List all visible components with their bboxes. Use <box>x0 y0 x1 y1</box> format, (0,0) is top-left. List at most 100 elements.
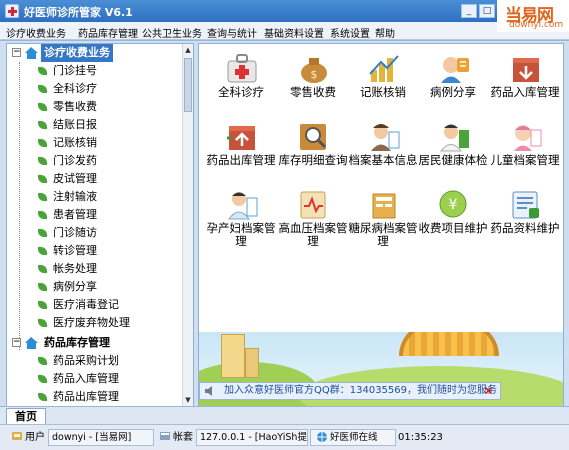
menu-item-drug-stock[interactable]: 药品库存管理 <box>78 25 138 40</box>
maximize-button[interactable]: □ <box>479 4 495 18</box>
tree-item-stock-in[interactable]: 药品入库管理 <box>35 370 179 388</box>
module-label: 孕产妇档案管理 <box>206 221 276 248</box>
user-icon <box>12 432 22 440</box>
watermark-logo: 当易网 downyi.com <box>497 0 569 32</box>
status-server: 127.0.0.1 - [HaoYiSh提示 <box>196 429 308 446</box>
tree-group-drug-stock[interactable]: − 药品库存管理 <box>9 334 179 352</box>
leaf-icon <box>38 175 47 183</box>
watermark-sub: downyi.com <box>509 20 564 30</box>
tree-group-clinic[interactable]: − 诊疗收费业务 <box>9 44 179 62</box>
module-inventory-search[interactable]: 库存明细查询 <box>277 116 349 186</box>
inventory-search-icon <box>297 120 331 152</box>
module-medicine-out[interactable]: 药品出库管理 <box>205 116 277 186</box>
leaf-icon <box>38 375 47 383</box>
medicine-in-icon <box>509 52 543 84</box>
menu-item-query-stats[interactable]: 查询与统计 <box>207 25 257 40</box>
leaf-icon <box>38 301 47 309</box>
tree-item-medical-waste[interactable]: 医疗废弃物处理 <box>35 314 179 332</box>
health-check-icon <box>437 120 471 152</box>
window-controls: _ □ <box>461 4 495 18</box>
tree-item-registration[interactable]: 门诊挂号 <box>35 62 179 80</box>
module-label: 糖尿病档案管理 <box>348 221 418 248</box>
account-icon <box>160 432 170 440</box>
menu-item-public-health[interactable]: 公共卫生业务 <box>142 25 202 40</box>
module-health-check[interactable]: 居民健康体检 <box>417 116 489 186</box>
scroll-down-icon[interactable]: ▼ <box>183 394 193 406</box>
svg-text:$: $ <box>311 68 318 81</box>
collapse-icon[interactable]: − <box>12 338 21 347</box>
leaf-icon <box>38 139 47 147</box>
status-online-label: 好医师在线 <box>330 432 378 443</box>
tree-item-disinfection[interactable]: 医疗消毒登记 <box>35 296 179 314</box>
status-account-label: 帐套 <box>173 432 193 443</box>
banner-building <box>221 334 245 378</box>
tree-group-label: 诊疗收费业务 <box>41 44 113 62</box>
tree-item-credit-writeoff[interactable]: 记账核销 <box>35 134 179 152</box>
sidebar-scrollbar[interactable]: ▲ ▼ <box>182 44 193 406</box>
child-record-icon <box>509 120 543 152</box>
menu-item-help[interactable]: 帮助 <box>375 25 395 40</box>
module-coins-chart[interactable]: 记账核销 <box>347 48 419 118</box>
module-drug-info[interactable]: 药品资料维护 <box>489 184 561 254</box>
house-icon <box>25 47 38 59</box>
doctor-share-icon <box>437 52 471 84</box>
status-online[interactable]: 好医师在线 <box>310 429 396 446</box>
tree-item-general-diagnosis[interactable]: 全科诊疗 <box>35 80 179 98</box>
medical-kit-icon <box>225 52 259 84</box>
module-maternal-record[interactable]: 孕产妇档案管理 <box>205 184 277 254</box>
module-doctor-share[interactable]: 病例分享 <box>417 48 489 118</box>
tree-item-referral[interactable]: 转诊管理 <box>35 242 179 260</box>
tree-item-accounts[interactable]: 帐务处理 <box>35 260 179 278</box>
module-label: 全科诊疗 <box>218 85 264 99</box>
tree-item-patients[interactable]: 患者管理 <box>35 206 179 224</box>
scroll-thumb[interactable] <box>184 58 192 112</box>
module-money-bag[interactable]: $ 零售收费 <box>277 48 349 118</box>
minimize-button[interactable]: _ <box>461 4 477 18</box>
module-hypertension-record[interactable]: 高血压档案管理 <box>277 184 349 254</box>
module-label: 高血压档案管理 <box>278 221 348 248</box>
module-diabetes-record[interactable]: 糖尿病档案管理 <box>347 184 419 254</box>
archive-info-icon <box>367 120 401 152</box>
leaf-icon <box>38 193 47 201</box>
speaker-icon <box>205 386 212 396</box>
collapse-icon[interactable]: − <box>12 48 21 57</box>
tree-item-purchase-plan[interactable]: 药品采购计划 <box>35 352 179 370</box>
module-archive-info[interactable]: 档案基本信息 <box>347 116 419 186</box>
tree-item-retail-charge[interactable]: 零售收费 <box>35 98 179 116</box>
notice-text: 加入众意好医师官方QQ群：134035569，我们随时为您服务 <box>224 385 498 396</box>
scroll-up-icon[interactable]: ▲ <box>183 44 193 56</box>
tab-home[interactable]: 首页 <box>6 408 46 425</box>
tree-item-daily-settlement[interactable]: 结账日报 <box>35 116 179 134</box>
content-area: − 诊疗收费业务 门诊挂号 全科诊疗 零售收费 结账日报 记账核销 门诊发药 皮… <box>0 40 569 407</box>
leaf-icon <box>38 247 47 255</box>
leaf-icon <box>38 357 47 365</box>
module-fee-item[interactable]: ¥ 收费项目维护 <box>417 184 489 254</box>
medicine-out-icon <box>225 120 259 152</box>
fee-item-icon: ¥ <box>437 188 471 220</box>
module-medicine-in[interactable]: 药品入库管理 <box>489 48 561 118</box>
module-label: 儿童档案管理 <box>490 153 560 167</box>
module-child-record[interactable]: 儿童档案管理 <box>489 116 561 186</box>
leaf-icon <box>38 319 47 327</box>
house-icon <box>25 337 38 349</box>
tree-item-dispensing[interactable]: 门诊发药 <box>35 152 179 170</box>
tree-item-followup[interactable]: 门诊随访 <box>35 224 179 242</box>
tree-item-injection[interactable]: 注射输液 <box>35 188 179 206</box>
status-server-text: 127.0.0.1 - [HaoYiSh <box>200 432 298 443</box>
tree-item-case-share[interactable]: 病例分享 <box>35 278 179 296</box>
tree-item-stock-out[interactable]: 药品出库管理 <box>35 388 179 406</box>
coins-chart-icon <box>367 52 401 84</box>
menu-item-base-data[interactable]: 基础资料设置 <box>264 25 324 40</box>
module-label: 药品资料维护 <box>490 221 560 235</box>
menu-item-clinic[interactable]: 诊疗收费业务 <box>6 25 66 40</box>
menu-item-system[interactable]: 系统设置 <box>330 25 370 40</box>
tree-item-skin-test[interactable]: 皮试管理 <box>35 170 179 188</box>
module-medical-kit[interactable]: 全科诊疗 <box>205 48 277 118</box>
module-label: 零售收费 <box>290 85 336 99</box>
menu-bar: 诊疗收费业务 药品库存管理 公共卫生业务 查询与统计 基础资料设置 系统设置 帮… <box>0 22 569 40</box>
svg-text:¥: ¥ <box>449 197 458 213</box>
status-user: 用户 <box>8 429 48 446</box>
close-icon[interactable]: ✕ <box>482 385 495 398</box>
module-label: 档案基本信息 <box>348 153 418 167</box>
leaf-icon <box>38 283 47 291</box>
